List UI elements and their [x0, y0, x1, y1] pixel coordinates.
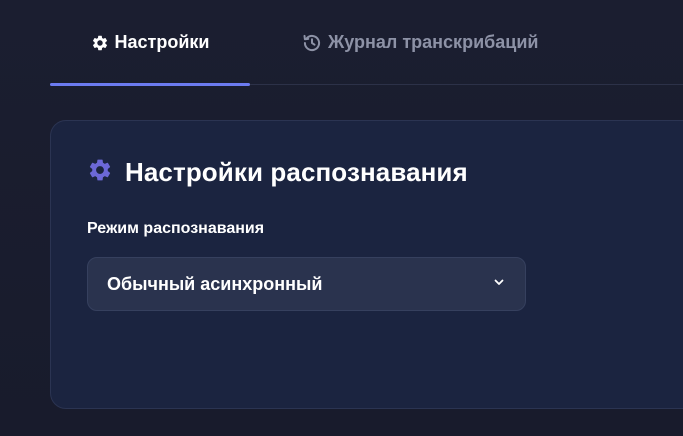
- app-page: Настройки Журнал транскрибаций Настройки…: [0, 0, 683, 436]
- history-icon: [302, 33, 322, 53]
- tab-settings[interactable]: Настройки: [50, 0, 250, 86]
- recognition-mode-value: Обычный асинхронный: [107, 273, 323, 294]
- card-header: Настройки распознавания: [87, 157, 468, 188]
- recognition-mode-label: Режим распознавания: [87, 220, 265, 237]
- recognition-mode-select[interactable]: Обычный асинхронный: [87, 257, 526, 311]
- gear-icon: [91, 34, 109, 52]
- card-title: Настройки распознавания: [125, 157, 468, 187]
- tab-history[interactable]: Журнал транскрибаций: [302, 0, 538, 85]
- tab-settings-label: Настройки: [114, 32, 210, 52]
- tab-bar: Настройки Журнал транскрибаций: [50, 0, 683, 86]
- recognition-settings-card: Настройки распознавания Режим распознава…: [50, 120, 683, 409]
- tab-history-label: Журнал транскрибаций: [328, 32, 539, 52]
- chevron-down-icon: [493, 275, 505, 293]
- gear-icon: [87, 157, 113, 188]
